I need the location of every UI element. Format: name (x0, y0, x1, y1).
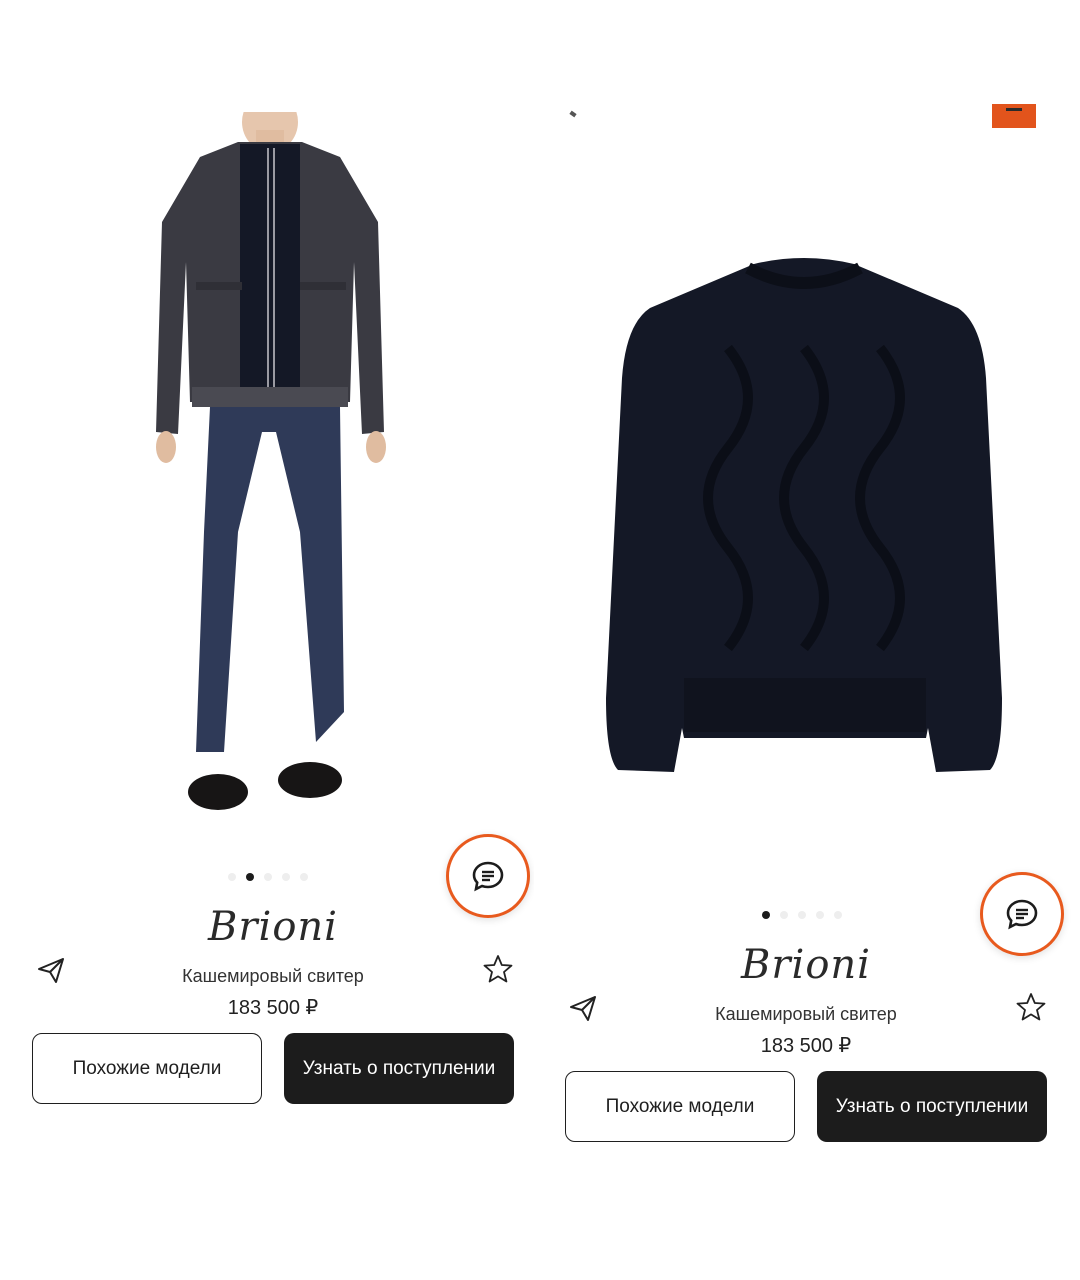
gallery-dot[interactable] (264, 873, 272, 881)
status-mark (569, 110, 577, 118)
product-photo-model[interactable] (140, 112, 400, 822)
product-title: Кашемировый свитер (182, 966, 364, 986)
chat-button[interactable] (980, 872, 1064, 956)
notify-arrival-button[interactable]: Узнать о поступлении (817, 1071, 1047, 1142)
product-photo-sweater[interactable] (598, 258, 1010, 776)
corner-badge[interactable] (992, 104, 1036, 128)
brand-logo: Brioni (208, 904, 338, 950)
product-price: 183 500 ₽ (760, 1035, 852, 1057)
gallery-dot[interactable] (816, 911, 824, 919)
paper-plane-icon[interactable] (568, 993, 598, 1023)
similar-models-button[interactable]: Похожие модели (32, 1033, 262, 1104)
notify-arrival-button[interactable]: Узнать о поступлении (284, 1033, 514, 1104)
brand-logo: Brioni (741, 942, 871, 988)
gallery-dot[interactable] (300, 873, 308, 881)
chat-button[interactable] (446, 834, 530, 918)
gallery-dot-active[interactable] (246, 873, 254, 881)
gallery-dot[interactable] (780, 911, 788, 919)
gallery-dot[interactable] (798, 911, 806, 919)
sweater-illustration (606, 258, 1002, 772)
paper-plane-icon[interactable] (36, 955, 66, 985)
chat-bubble-icon (1006, 899, 1038, 930)
model-illustration (156, 112, 386, 810)
star-outline-icon[interactable] (483, 954, 513, 984)
chat-bubble-icon (472, 861, 504, 892)
gallery-dot-active[interactable] (762, 911, 770, 919)
gallery-dots[interactable] (762, 911, 842, 919)
gallery-dot[interactable] (282, 873, 290, 881)
product-card-left: Brioni Кашемировый свитер 183 500 ₽ Похо… (0, 0, 534, 1280)
product-card-right: Brioni Кашемировый свитер 183 500 ₽ Похо… (534, 0, 1080, 1280)
gallery-dot[interactable] (834, 911, 842, 919)
product-price: 183 500 ₽ (227, 997, 319, 1019)
gallery-dots[interactable] (228, 873, 308, 881)
gallery-dot[interactable] (228, 873, 236, 881)
similar-models-button[interactable]: Похожие модели (565, 1071, 795, 1142)
star-outline-icon[interactable] (1016, 992, 1046, 1022)
product-title: Кашемировый свитер (715, 1004, 897, 1024)
